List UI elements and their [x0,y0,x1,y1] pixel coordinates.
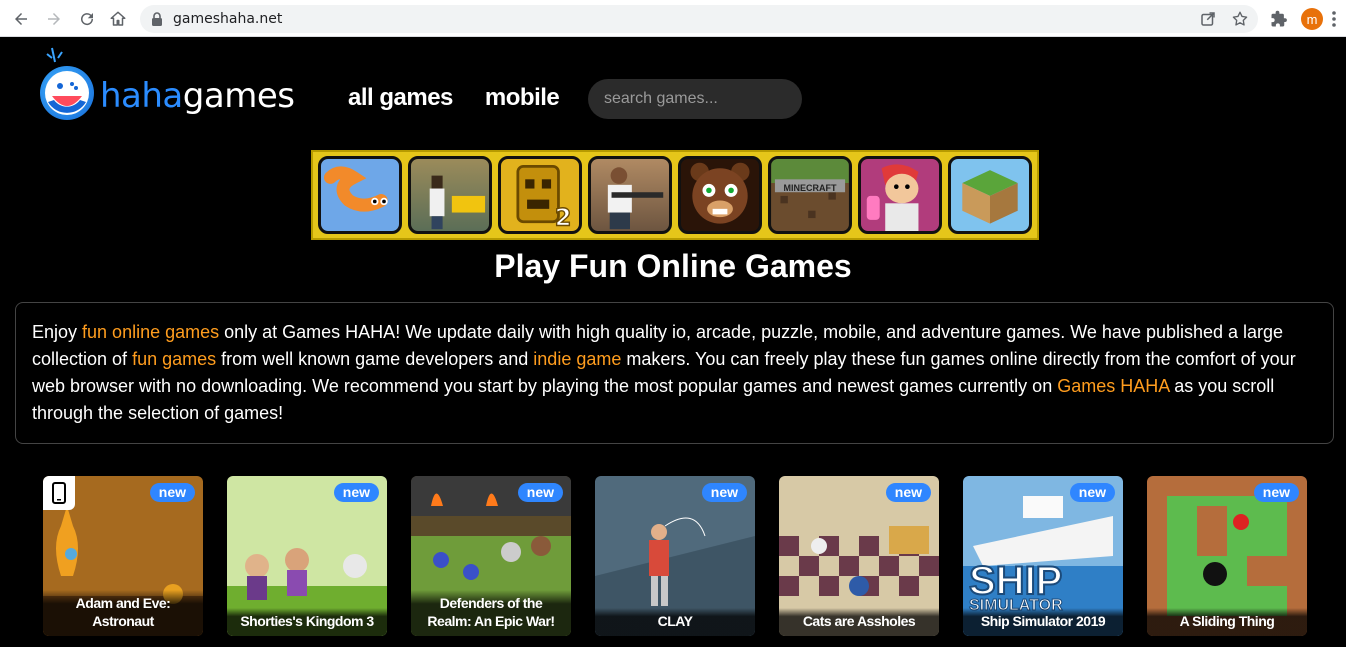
featured-games-banner[interactable]: 2 MINECRAFT [311,150,1039,240]
mobile-phone-icon [43,476,75,510]
intro-text: from well known game developers and [216,349,534,369]
logo-wordmark: hahagames [100,76,295,116]
reload-icon[interactable] [75,7,99,31]
game-title: CLAY [595,608,755,636]
extensions-icon[interactable] [1270,10,1288,28]
temple-run-icon: 2 [516,165,572,231]
new-badge: new [517,483,563,502]
main-nav: all games mobile [348,84,560,112]
banner-tile-slither[interactable] [318,156,402,234]
gta-soldier-icon [607,167,664,230]
logo-antenna-icon [46,47,63,63]
fnaf-bear-icon [690,162,750,224]
minecraft-label: MINECRAFT [783,183,837,193]
bookmark-star-icon[interactable] [1231,10,1249,28]
gta-city-icon [429,175,486,230]
more-menu-icon[interactable] [1331,10,1337,28]
game-card[interactable]: new Cats are Assholes [779,476,939,636]
new-badge: new [1069,483,1115,502]
new-badge: new [1253,483,1299,502]
game-title: Shorties's Kingdom 3 [227,608,387,636]
address-bar[interactable]: gameshaha.net [140,5,1258,33]
share-icon[interactable] [1199,10,1217,28]
search-input[interactable] [588,79,802,119]
lock-icon [152,12,162,26]
url-text: gameshaha.net [173,11,283,27]
svg-text:2: 2 [555,203,572,231]
game-card[interactable]: new A Sliding Thing [1147,476,1307,636]
link-fun-online-games[interactable]: fun online games [82,322,219,342]
banner-tile-gta-soldier[interactable] [588,156,672,234]
game-title: A Sliding Thing [1147,608,1307,636]
logo-controller-icon [40,66,94,120]
new-badge: new [149,483,195,502]
banner-tile-temple-run-2[interactable]: 2 [498,156,582,234]
game-title: Cats are Assholes [779,608,939,636]
banner-tile-block-craft[interactable] [948,156,1032,234]
back-icon[interactable] [9,7,33,31]
banner-tile-subway-surfers[interactable] [858,156,942,234]
profile-avatar[interactable]: m [1301,8,1323,30]
game-card[interactable]: new Defenders of the Realm: An Epic War! [411,476,571,636]
subway-surfers-icon [866,164,919,231]
nav-mobile[interactable]: mobile [485,84,560,112]
forward-icon[interactable] [42,7,66,31]
game-title: Adam and Eve: Astronaut [43,590,203,636]
browser-toolbar: gameshaha.net m [0,0,1346,37]
game-title: Ship Simulator 2019 [963,608,1123,636]
new-badge: new [701,483,747,502]
home-icon[interactable] [106,7,130,31]
link-games-haha[interactable]: Games HAHA [1057,376,1169,396]
nav-all-games[interactable]: all games [348,84,453,112]
slither-icon [324,166,388,212]
game-card[interactable]: new CLAY [595,476,755,636]
game-card[interactable]: SHIP SIMULATOR new Ship Simulator 2019 [963,476,1123,636]
game-card[interactable]: new Adam and Eve: Astronaut [43,476,203,636]
page-title: Play Fun Online Games [494,248,852,284]
games-grid: new Adam and Eve: Astronaut new Shorties… [43,476,1307,636]
new-badge: new [333,483,379,502]
banner-tile-gta-city[interactable] [408,156,492,234]
new-badge: new [885,483,931,502]
link-fun-games[interactable]: fun games [132,349,216,369]
banner-tile-fnaf[interactable] [678,156,762,234]
intro-text-box: Enjoy fun online games only at Games HAH… [15,302,1334,444]
site-logo[interactable]: hahagames [38,46,295,122]
banner-tile-minecraft[interactable]: MINECRAFT [768,156,852,234]
game-title: Defenders of the Realm: An Epic War! [411,590,571,636]
game-card[interactable]: new Shorties's Kingdom 3 [227,476,387,636]
link-indie-game[interactable]: indie game [533,349,621,369]
intro-text: Enjoy [32,322,83,342]
minecraft-icon [771,159,849,231]
grass-block-icon [962,170,1018,224]
